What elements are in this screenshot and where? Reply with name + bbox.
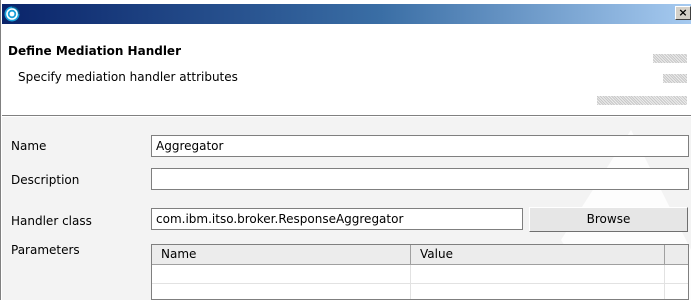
app-swirl-icon <box>4 6 20 22</box>
dialog-window: × Define Mediation Handler Specify media… <box>0 0 691 300</box>
close-button[interactable]: × <box>675 6 691 20</box>
parameters-table[interactable]: Name Value <box>151 244 689 300</box>
column-header-name[interactable]: Name <box>152 245 411 264</box>
page-description: Specify mediation handler attributes <box>18 70 238 84</box>
handler-class-field[interactable] <box>151 208 523 230</box>
header-banner-graphic <box>597 50 687 106</box>
browse-button-label: Browse <box>586 212 631 226</box>
handler-class-label: Handler class <box>11 214 92 228</box>
name-field[interactable] <box>151 135 689 157</box>
title-bar[interactable]: × <box>2 4 691 24</box>
page-title: Define Mediation Handler <box>8 44 181 58</box>
close-icon: × <box>678 6 688 19</box>
table-row-divider <box>152 283 688 284</box>
column-header-value[interactable]: Value <box>411 245 665 264</box>
browse-button[interactable]: Browse <box>529 207 688 232</box>
description-field[interactable] <box>151 168 689 190</box>
description-label: Description <box>11 173 80 187</box>
form-panel: Name Description Handler class Browse Pa… <box>2 117 691 300</box>
table-column-divider <box>410 265 411 299</box>
parameters-table-header: Name Value <box>152 245 688 265</box>
table-column-divider <box>664 265 665 299</box>
parameters-label: Parameters <box>11 243 80 257</box>
name-label: Name <box>11 139 47 153</box>
dialog-header: Define Mediation Handler Specify mediati… <box>2 24 691 115</box>
